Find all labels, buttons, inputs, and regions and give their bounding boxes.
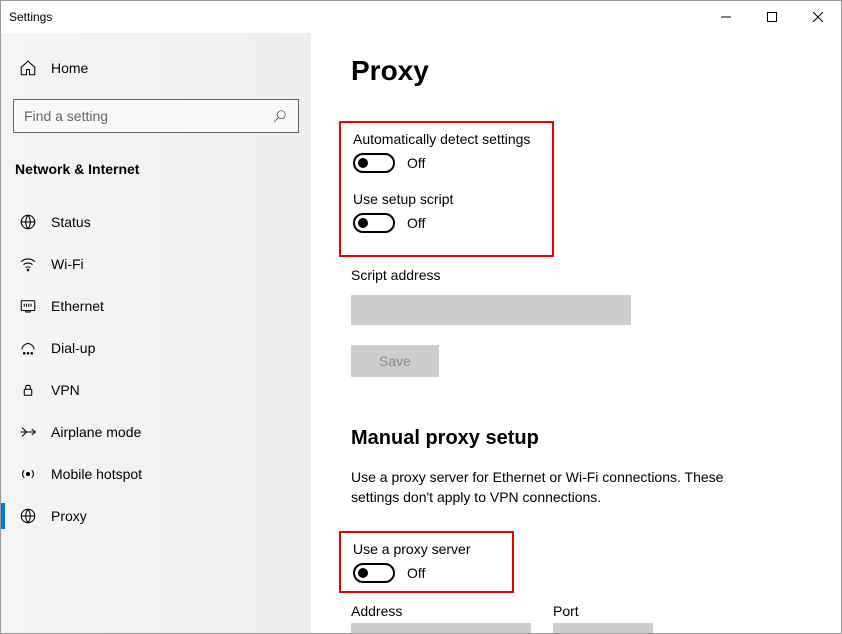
main-content: Proxy Automatically detect settings Off … (311, 33, 841, 633)
ethernet-icon (19, 297, 37, 315)
sidebar-item-airplane[interactable]: Airplane mode (13, 411, 299, 453)
proxy-server-label: Use a proxy server (353, 541, 500, 557)
proxy-server-toggle[interactable] (353, 563, 395, 583)
maximize-button[interactable] (749, 1, 795, 33)
category-heading: Network & Internet (13, 161, 299, 177)
sidebar-item-dialup[interactable]: Dial-up (13, 327, 299, 369)
wifi-icon (19, 255, 37, 273)
nav-label: Ethernet (51, 298, 104, 314)
setup-script-label: Use setup script (353, 191, 540, 207)
close-button[interactable] (795, 1, 841, 33)
address-input[interactable] (351, 623, 531, 633)
proxy-server-state: Off (407, 565, 425, 581)
auto-detect-toggle[interactable] (353, 153, 395, 173)
page-title: Proxy (351, 55, 801, 87)
setup-script-state: Off (407, 215, 425, 231)
sidebar-item-wifi[interactable]: Wi-Fi (13, 243, 299, 285)
script-address-label: Script address (351, 267, 801, 283)
home-nav[interactable]: Home (13, 51, 299, 85)
window-title: Settings (9, 10, 52, 24)
nav-label: Status (51, 214, 91, 230)
auto-detect-label: Automatically detect settings (353, 131, 540, 147)
home-icon (19, 59, 37, 77)
search-icon (272, 108, 288, 124)
window-titlebar: Settings (1, 1, 841, 33)
sidebar: Home Network & Internet Status Wi-Fi (1, 33, 311, 633)
nav-label: Proxy (51, 508, 87, 524)
dialup-icon (19, 339, 37, 357)
port-input[interactable] (553, 623, 653, 633)
highlight-proxy-server: Use a proxy server Off (339, 531, 514, 593)
manual-description: Use a proxy server for Ethernet or Wi-Fi… (351, 468, 771, 507)
setup-script-toggle[interactable] (353, 213, 395, 233)
window-controls (703, 1, 841, 33)
highlight-auto-section: Automatically detect settings Off Use se… (339, 121, 554, 257)
home-label: Home (51, 60, 88, 76)
sidebar-item-vpn[interactable]: VPN (13, 369, 299, 411)
airplane-icon (19, 423, 37, 441)
nav-label: VPN (51, 382, 80, 398)
address-label: Address (351, 603, 531, 619)
proxy-icon (19, 507, 37, 525)
search-input[interactable] (24, 108, 272, 124)
auto-detect-state: Off (407, 155, 425, 171)
sidebar-item-hotspot[interactable]: Mobile hotspot (13, 453, 299, 495)
save-button[interactable]: Save (351, 345, 439, 377)
nav-label: Wi-Fi (51, 256, 84, 272)
nav-label: Mobile hotspot (51, 466, 142, 482)
hotspot-icon (19, 465, 37, 483)
search-box[interactable] (13, 99, 299, 133)
minimize-button[interactable] (703, 1, 749, 33)
nav-list: Status Wi-Fi Ethernet Dial-up (13, 201, 299, 537)
port-label: Port (553, 603, 653, 619)
sidebar-item-ethernet[interactable]: Ethernet (13, 285, 299, 327)
nav-label: Airplane mode (51, 424, 141, 440)
script-address-input[interactable] (351, 295, 631, 325)
nav-label: Dial-up (51, 340, 95, 356)
vpn-icon (19, 381, 37, 399)
status-icon (19, 213, 37, 231)
manual-heading: Manual proxy setup (351, 427, 801, 450)
sidebar-item-status[interactable]: Status (13, 201, 299, 243)
sidebar-item-proxy[interactable]: Proxy (13, 495, 299, 537)
